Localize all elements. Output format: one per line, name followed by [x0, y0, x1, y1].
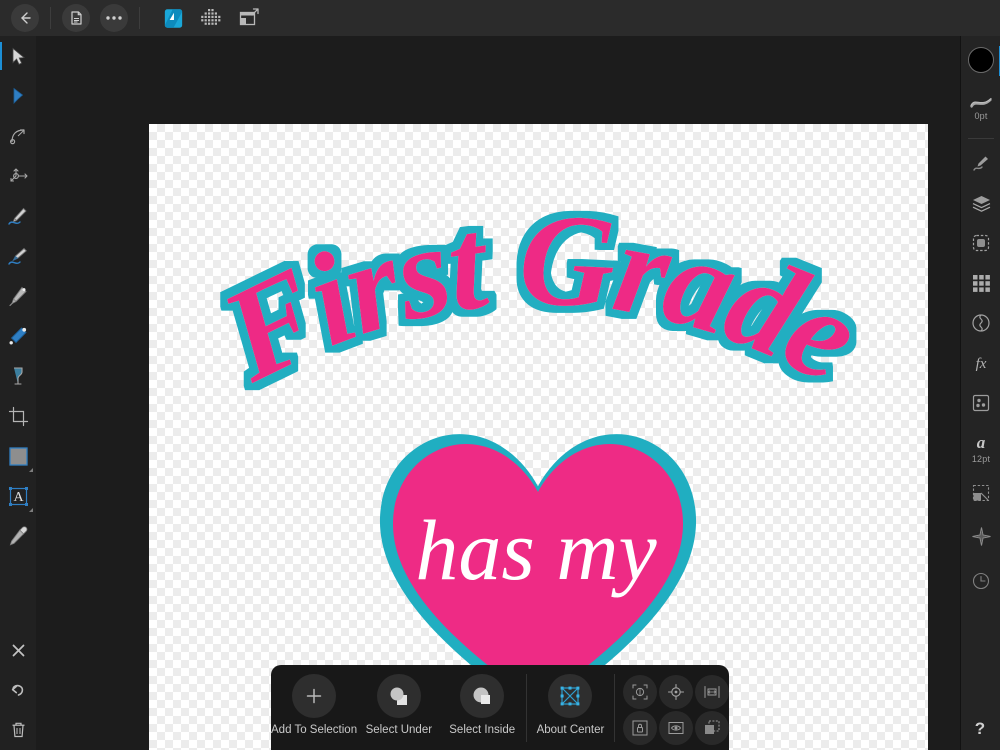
about-center-button[interactable]: About Center — [529, 674, 612, 736]
delete-button[interactable] — [0, 710, 36, 750]
navigator-button[interactable] — [961, 513, 1000, 559]
select-inside-icon — [460, 674, 505, 718]
top-toolbar — [0, 0, 1000, 36]
right-panels-toolbar: 0pt fx a 12pt — [960, 0, 1000, 750]
artboard[interactable]: First Grade has my — [149, 124, 928, 750]
toolbar-divider-2 — [139, 7, 140, 29]
crop-tool[interactable] — [0, 396, 36, 436]
select-under-label: Select Under — [365, 724, 433, 736]
heart-script-text: has my — [415, 502, 657, 598]
shape-builder-tool[interactable] — [0, 316, 36, 356]
more-button[interactable] — [97, 4, 131, 32]
tool-flyout-indicator — [29, 468, 33, 472]
select-all-button[interactable] — [623, 675, 658, 709]
arc-headline-text: First Grade — [200, 185, 880, 410]
context-mini-button-grid — [623, 675, 730, 745]
panel-divider — [967, 138, 994, 139]
pixel-persona-button[interactable] — [194, 5, 228, 31]
document-button[interactable] — [59, 4, 93, 32]
close-button[interactable] — [0, 630, 36, 670]
pen-tool[interactable] — [0, 276, 36, 316]
move-tool[interactable] — [0, 36, 36, 76]
transform-tool[interactable] — [0, 156, 36, 196]
arc-headline-group[interactable]: First Grade — [200, 185, 883, 410]
svg-text:A: A — [13, 490, 24, 505]
back-button[interactable] — [8, 4, 42, 32]
selection-context-bar: Add To Selection Select Under Select Ins… — [271, 665, 730, 750]
effects-button[interactable]: fx — [961, 343, 1000, 383]
color-picker-tool[interactable] — [0, 516, 36, 556]
toolbar-divider-1 — [50, 7, 51, 29]
pencil-tool[interactable] — [0, 196, 36, 236]
history-button[interactable] — [961, 559, 1000, 603]
duplicate-button[interactable] — [695, 711, 730, 745]
plus-circle-icon — [292, 674, 337, 718]
designer-persona-button[interactable] — [156, 5, 190, 31]
lock-button[interactable] — [623, 711, 658, 745]
rectangle-tool[interactable] — [0, 436, 36, 476]
font-size-value: 12pt — [971, 454, 991, 464]
svg-text:a: a — [977, 433, 986, 452]
select-inside-label: Select Inside — [449, 724, 516, 736]
hide-button[interactable] — [659, 711, 694, 745]
align-button[interactable] — [695, 675, 730, 709]
export-persona-button[interactable] — [232, 5, 266, 31]
adjustments-button[interactable] — [961, 223, 1000, 263]
corner-tool[interactable] — [0, 116, 36, 156]
canvas-area[interactable]: First Grade has my — [36, 36, 960, 750]
select-under-button[interactable]: Select Under — [357, 674, 440, 736]
question-mark-icon: ? — [974, 719, 986, 738]
arrow-left-icon — [11, 4, 39, 32]
context-divider-2 — [614, 674, 616, 742]
stroke-width-value: 0pt — [974, 110, 988, 121]
export-icon — [234, 3, 264, 33]
pixel-grid-icon — [196, 3, 226, 33]
left-toolbar-bottom-group — [0, 630, 36, 750]
artwork-svg: First Grade has my — [200, 185, 883, 718]
add-to-selection-label: Add To Selection — [271, 724, 358, 736]
vector-brush-tool[interactable] — [0, 236, 36, 276]
left-tools-panel: A — [0, 36, 36, 750]
color-swatch-button[interactable] — [961, 38, 1000, 82]
color-circle-icon — [968, 47, 994, 73]
context-divider — [525, 674, 527, 742]
color-wheel-button[interactable] — [961, 303, 1000, 343]
ellipsis-icon — [100, 4, 128, 32]
tool-flyout-indicator — [29, 508, 33, 512]
svg-text:fx: fx — [976, 356, 987, 372]
layers-button[interactable] — [961, 183, 1000, 223]
transform-panel-button[interactable] — [961, 473, 1000, 513]
help-button[interactable]: ? — [965, 714, 995, 744]
select-inside-button[interactable]: Select Inside — [441, 674, 524, 736]
node-tool[interactable] — [0, 76, 36, 116]
undo-button[interactable] — [0, 670, 36, 710]
select-under-icon — [376, 674, 421, 718]
stroke-button[interactable]: 0pt — [961, 82, 1000, 134]
document-icon — [62, 4, 90, 32]
select-same-button[interactable] — [659, 675, 694, 709]
assets-button[interactable] — [961, 383, 1000, 423]
about-center-icon — [548, 674, 593, 718]
brushes-button[interactable] — [961, 143, 1000, 183]
add-to-selection-button[interactable]: Add To Selection — [271, 674, 357, 736]
text-style-button[interactable]: a 12pt — [961, 423, 1000, 473]
affinity-designer-persona-icon — [158, 3, 188, 33]
swatches-button[interactable] — [961, 263, 1000, 303]
artistic-text-tool[interactable]: A — [0, 476, 36, 516]
fill-tool[interactable] — [0, 356, 36, 396]
about-center-label: About Center — [536, 724, 605, 736]
affinity-designer-window: A 0pt fx a 12pt First Grade has my Add T… — [0, 0, 1000, 750]
